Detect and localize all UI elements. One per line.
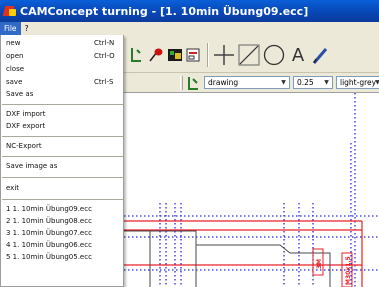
menu-item-new[interactable]: new Ctrl-N xyxy=(1,37,124,50)
chevron-down-icon[interactable]: ▼ xyxy=(278,77,289,88)
menu-item-shortcut: Ctrl-O xyxy=(94,52,115,60)
title-bar: CAMConcept turning - [1. 10min Übung09.e… xyxy=(0,0,379,22)
layer-toolbar-handle xyxy=(180,76,183,90)
layer-combo-value: drawing xyxy=(208,78,239,87)
menu-item-open[interactable]: open Ctrl-O xyxy=(1,50,124,63)
recent-file-item[interactable]: 5 1. 10min Übung05.ecc xyxy=(1,251,124,264)
recent-file-label: 2 1. 10min Übung08.ecc xyxy=(6,217,92,225)
menu-item-shortcut: Ctrl-N xyxy=(94,39,115,47)
menu-item-label: exit xyxy=(6,184,20,192)
circle-tool-icon[interactable] xyxy=(262,43,286,67)
menu-item-dxf-export[interactable]: DXF export xyxy=(1,120,124,133)
menu-separator xyxy=(2,177,123,178)
menu-item-label: Save as xyxy=(6,90,34,98)
menu-item-exit[interactable]: exit xyxy=(1,182,124,195)
recent-file-label: 4 1. 10min Übung06.ecc xyxy=(6,241,92,249)
chevron-down-icon[interactable]: ▼ xyxy=(321,77,332,88)
dimension-label-3m: 3M xyxy=(316,259,323,269)
axis-lines xyxy=(124,93,379,287)
menu-separator xyxy=(2,199,123,200)
menu-item-nc-export[interactable]: NC-Export xyxy=(1,140,124,153)
dimension-label-thread: M30x1,5 xyxy=(345,256,352,285)
menu-item-label: NC-Export xyxy=(6,142,42,150)
menu-bar: File ? xyxy=(0,22,379,35)
file-menu-dropdown: new Ctrl-N open Ctrl-O close save Ctrl-S… xyxy=(0,35,124,287)
recent-file-label: 1 1. 10min Übung09.ecc xyxy=(6,205,92,213)
menu-item-label: new xyxy=(6,39,21,47)
menu-item-close[interactable]: close xyxy=(1,63,124,76)
recent-file-label: 5 1. 10min Übung05.ecc xyxy=(6,253,92,261)
menu-item-save-as[interactable]: Save as xyxy=(1,88,124,101)
menu-item-label: Save image as xyxy=(6,162,58,170)
menu-item-label: DXF import xyxy=(6,110,46,118)
color-combo-value: light-grey xyxy=(340,78,377,87)
window-title: CAMConcept turning - [1. 10min Übung09.e… xyxy=(20,4,309,18)
menu-item-label: save xyxy=(6,78,23,86)
image-tool-icon[interactable] xyxy=(166,45,184,65)
properties-tool-icon[interactable] xyxy=(184,45,202,65)
app-icon xyxy=(3,4,17,18)
text-tool-icon[interactable]: A xyxy=(287,43,309,67)
line-width-combo[interactable]: 0.25 ▼ xyxy=(293,76,333,89)
layer-tool-icon[interactable] xyxy=(185,75,201,91)
menu-separator xyxy=(2,136,123,137)
pen-tool-icon[interactable] xyxy=(310,43,332,67)
line-width-combo-value: 0.25 xyxy=(297,78,314,87)
menu-help[interactable]: ? xyxy=(21,22,33,35)
menu-separator xyxy=(2,156,123,157)
dimension-markers: 3M M30x1,5 xyxy=(312,248,353,287)
menu-file[interactable]: File xyxy=(0,22,21,35)
erase-tool-icon[interactable] xyxy=(147,45,165,65)
menu-item-save-image-as[interactable]: Save image as xyxy=(1,160,124,173)
layer-combo[interactable]: drawing ▼ xyxy=(204,76,290,89)
chevron-down-icon[interactable]: ▼ xyxy=(372,77,379,88)
line-tool-icon[interactable] xyxy=(237,43,261,67)
recent-file-label: 3 1. 10min Übung07.ecc xyxy=(6,229,92,237)
text-tool-glyph: A xyxy=(291,44,305,66)
toolbar-separator xyxy=(207,43,209,67)
menu-item-label: open xyxy=(6,52,24,60)
menu-item-label: DXF export xyxy=(6,122,46,130)
crosshair-tool-icon[interactable] xyxy=(212,43,236,67)
color-combo[interactable]: light-grey ▼ xyxy=(336,76,379,89)
menu-separator xyxy=(2,104,123,105)
menu-item-label: close xyxy=(6,65,25,73)
snap-tool-icon[interactable] xyxy=(127,45,145,65)
